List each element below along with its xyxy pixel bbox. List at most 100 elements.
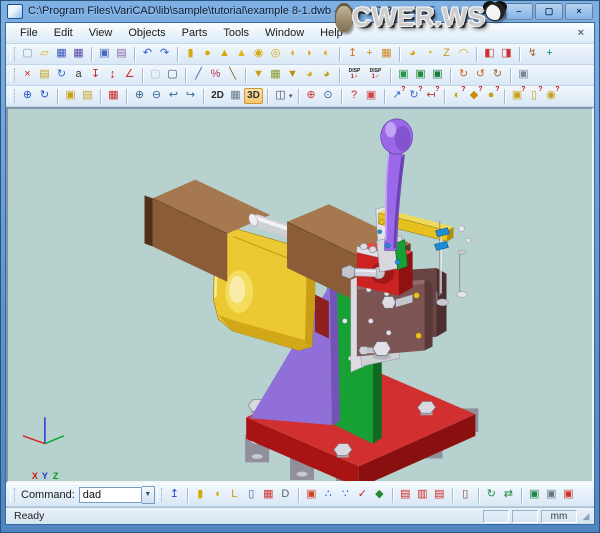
cmd-links-icon[interactable]: ∴	[320, 487, 337, 503]
move-solid-icon[interactable]: ▤	[36, 67, 53, 83]
anchor-group-icon[interactable]: ↨	[104, 67, 121, 83]
blend-sphere-icon[interactable]: ◕	[301, 67, 318, 83]
insert-solid-3-icon[interactable]: ▣	[429, 67, 446, 83]
delete-solid-icon[interactable]: ×	[19, 67, 36, 83]
blend-sphere-2-icon[interactable]: ◕	[318, 67, 335, 83]
paste-solids-icon[interactable]: ▤	[79, 88, 96, 104]
rotate-tool-2-icon[interactable]: ↺	[472, 67, 489, 83]
copy-solids-icon[interactable]: ▣	[62, 88, 79, 104]
cmd-grid-icon[interactable]: ▦	[260, 487, 277, 503]
viewport-3d[interactable]: XYZ	[6, 107, 594, 483]
check-cylinder-icon[interactable]: ●?	[483, 88, 500, 104]
maximize-button[interactable]: ▢	[535, 3, 563, 20]
menu-item-view[interactable]: View	[81, 25, 121, 41]
solid-extrude-icon[interactable]: ↥	[344, 46, 361, 62]
command-dropdown-icon[interactable]: ▼	[142, 486, 155, 504]
drill-bit-icon[interactable]: ▼	[250, 67, 267, 83]
cmd-elbow-icon[interactable]: ◖	[209, 487, 226, 503]
anchor-solid-icon[interactable]: ↧	[87, 67, 104, 83]
rotate-tool-3-icon[interactable]: ↻	[489, 67, 506, 83]
zoom-out-icon[interactable]: ⊖	[148, 88, 165, 104]
menu-item-help[interactable]: Help	[312, 25, 351, 41]
command-input[interactable]	[79, 487, 142, 503]
profile-bend-icon[interactable]: ◠	[455, 46, 472, 62]
solid-pattern-icon[interactable]: ▦	[378, 46, 395, 62]
undo-icon[interactable]: ↶	[139, 46, 156, 62]
assembly-tool-icon[interactable]: ▣	[363, 88, 380, 104]
cmd-list-1-icon[interactable]: ▤	[397, 487, 414, 503]
solid-elbow-2-icon[interactable]: ◗	[301, 46, 318, 62]
cmd-gate-icon[interactable]: ▯	[243, 487, 260, 503]
minimize-button[interactable]: –	[505, 3, 533, 20]
insert-solid-icon[interactable]: ▣	[395, 67, 412, 83]
new-file-icon[interactable]: ▢	[19, 46, 36, 62]
zoom-next-icon[interactable]: ↪	[182, 88, 199, 104]
drill-bit-2-icon[interactable]: ▼	[284, 67, 301, 83]
pan-view-icon[interactable]: ⊕	[19, 88, 36, 104]
cmd-verify-icon[interactable]: ✓	[354, 487, 371, 503]
cmd-box-icon[interactable]: ▮	[192, 487, 209, 503]
cmd-container-icon[interactable]: ▯	[457, 487, 474, 503]
pattern-cross-icon[interactable]: +	[541, 46, 558, 62]
zoom-detail-icon[interactable]: ⊙	[320, 88, 337, 104]
menu-item-tools[interactable]: Tools	[215, 25, 257, 41]
wire-cube-disabled-icon[interactable]: ▢	[147, 67, 164, 83]
cmd-move-up-icon[interactable]: ▣	[543, 487, 560, 503]
menu-item-edit[interactable]: Edit	[46, 25, 81, 41]
cmd-copy-plus-icon[interactable]: ▣	[526, 487, 543, 503]
close-button[interactable]: ×	[565, 3, 593, 20]
solid-cone-icon[interactable]: ▲	[233, 46, 250, 62]
cmd-delete-x-icon[interactable]: ▣	[560, 487, 577, 503]
rotate-solid-icon[interactable]: ↻	[53, 67, 70, 83]
tolerance-2-icon[interactable]: ▯?	[526, 88, 543, 104]
pen-edit-icon[interactable]: ╲	[224, 67, 241, 83]
edit-solid-red-icon[interactable]: ◧	[481, 46, 498, 62]
view-3d-icon[interactable]: 3D	[244, 88, 263, 104]
redo-icon[interactable]: ↷	[156, 46, 173, 62]
view-cube-icon[interactable]: ◫	[272, 88, 289, 104]
edit-solid-red-2-icon[interactable]: ◨	[498, 46, 515, 62]
solid-attribute-icon[interactable]: a	[70, 67, 87, 83]
visibility-percent-icon[interactable]: %	[207, 67, 224, 83]
view-2d-icon[interactable]: 2D	[208, 88, 227, 104]
pen-colors-icon[interactable]: ╱	[190, 67, 207, 83]
thread-tool-icon[interactable]: ▦	[267, 67, 284, 83]
zoom-previous-icon[interactable]: ↩	[165, 88, 182, 104]
cmd-list-3-icon[interactable]: ▤	[431, 487, 448, 503]
cmd-d-profile-icon[interactable]: D	[277, 487, 294, 503]
identify-solid-icon[interactable]: ?	[346, 88, 363, 104]
solid-elbow-icon[interactable]: ◖	[284, 46, 301, 62]
check-insert-icon[interactable]: ↤?	[423, 88, 440, 104]
save-all-icon[interactable]: ▦	[70, 46, 87, 62]
cmd-tree-icon[interactable]: ▣	[303, 487, 320, 503]
solid-tube-icon[interactable]: ◉	[250, 46, 267, 62]
check-axis-icon[interactable]: ↗?	[389, 88, 406, 104]
view-cube-dropdown-icon[interactable]: ▾	[289, 92, 293, 100]
view-panel-icon[interactable]: ▦	[227, 88, 244, 104]
cmd-list-2-icon[interactable]: ▥	[414, 487, 431, 503]
display-mode-1-icon[interactable]: DISP1♀	[344, 67, 365, 83]
tolerance-1-icon[interactable]: ▣?	[509, 88, 526, 104]
menu-item-window[interactable]: Window	[257, 25, 312, 41]
rotate-view-icon[interactable]: ↻	[36, 88, 53, 104]
display-mode-2-icon[interactable]: DISP1♂	[365, 67, 386, 83]
measure-tool-icon[interactable]: ∠	[121, 67, 138, 83]
solid-frustum-icon[interactable]: ▲	[216, 46, 233, 62]
solid-cylinder-icon[interactable]: ●	[199, 46, 216, 62]
open-folder-icon[interactable]: ▱	[36, 46, 53, 62]
export-view-icon[interactable]: ↥	[166, 487, 183, 503]
cmd-cycle-icon[interactable]: ⇄	[500, 487, 517, 503]
save-icon[interactable]: ▦	[53, 46, 70, 62]
solid-half-cylinder-icon[interactable]: ◐	[318, 46, 335, 62]
insert-solid-2-icon[interactable]: ▣	[412, 67, 429, 83]
cmd-refresh-icon[interactable]: ↻	[483, 487, 500, 503]
solid-box-icon[interactable]: ▮	[182, 46, 199, 62]
zoom-window-icon[interactable]: ⊕	[131, 88, 148, 104]
copy-icon[interactable]: ▣	[96, 46, 113, 62]
cmd-l-profile-icon[interactable]: L	[226, 487, 243, 503]
solid-boolean-add-icon[interactable]: +	[361, 46, 378, 62]
menu-item-parts[interactable]: Parts	[174, 25, 216, 41]
menu-item-file[interactable]: File	[12, 25, 46, 41]
solid-cone-tube-icon[interactable]: ◎	[267, 46, 284, 62]
check-shield-icon[interactable]: ◆?	[466, 88, 483, 104]
